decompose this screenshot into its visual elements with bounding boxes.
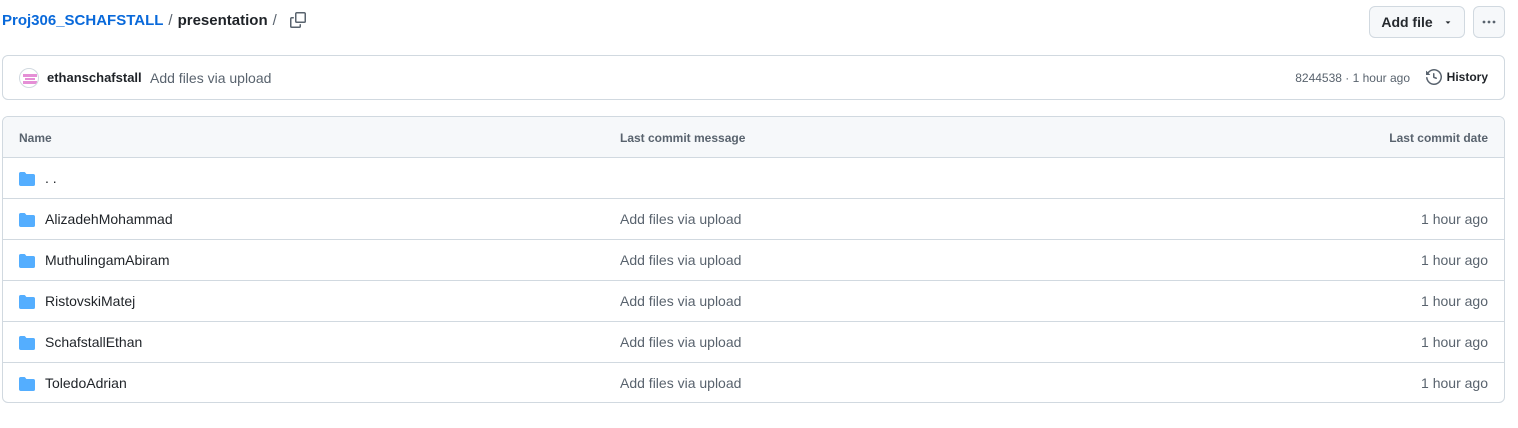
column-header-message: Last commit message bbox=[620, 131, 746, 145]
identicon-icon bbox=[23, 74, 37, 84]
parent-directory-row[interactable]: . . bbox=[3, 158, 1504, 199]
breadcrumb-current-folder: presentation bbox=[177, 12, 268, 29]
parent-directory-link[interactable]: . . bbox=[45, 170, 57, 187]
row-commit-message-link[interactable]: Add files via upload bbox=[620, 334, 741, 351]
breadcrumb-separator: / bbox=[272, 12, 277, 29]
folder-icon bbox=[19, 172, 35, 186]
row-commit-message-link[interactable]: Add files via upload bbox=[620, 211, 741, 228]
commit-meta: 8244538 · 1 hour ago bbox=[1295, 70, 1410, 86]
table-row[interactable]: ToledoAdrian Add files via upload 1 hour… bbox=[3, 363, 1504, 402]
commit-message-link[interactable]: Add files via upload bbox=[150, 70, 271, 86]
copy-path-button[interactable] bbox=[286, 8, 310, 32]
row-commit-date: 1 hour ago bbox=[1421, 252, 1488, 268]
avatar[interactable] bbox=[19, 68, 39, 88]
triangle-down-icon bbox=[1445, 21, 1450, 24]
row-commit-date: 1 hour ago bbox=[1421, 334, 1488, 350]
kebab-horizontal-icon bbox=[1482, 20, 1496, 24]
commit-meta-separator: · bbox=[1341, 71, 1353, 85]
history-icon bbox=[1425, 69, 1442, 85]
add-file-button[interactable]: Add file bbox=[1369, 6, 1465, 38]
folder-icon bbox=[19, 377, 35, 391]
row-commit-message-link[interactable]: Add files via upload bbox=[620, 293, 741, 310]
breadcrumb-repo-link[interactable]: Proj306_SCHAFSTALL bbox=[2, 11, 163, 31]
commit-sha-link[interactable]: 8244538 bbox=[1295, 71, 1342, 85]
copy-icon bbox=[290, 12, 306, 28]
add-file-label: Add file bbox=[1381, 14, 1433, 30]
folder-name-link[interactable]: SchafstallEthan bbox=[45, 334, 142, 351]
table-row[interactable]: SchafstallEthan Add files via upload 1 h… bbox=[3, 322, 1504, 363]
folder-name-link[interactable]: AlizadehMohammad bbox=[45, 211, 173, 228]
table-row[interactable]: RistovskiMatej Add files via upload 1 ho… bbox=[3, 281, 1504, 322]
file-table: Name Last commit message Last commit dat… bbox=[2, 116, 1505, 403]
file-navigation-bar: Proj306_SCHAFSTALL / presentation / Add … bbox=[0, 0, 1518, 44]
folder-name-link[interactable]: RistovskiMatej bbox=[45, 293, 135, 310]
breadcrumb: Proj306_SCHAFSTALL / presentation / bbox=[2, 11, 282, 31]
table-header: Name Last commit message Last commit dat… bbox=[3, 117, 1504, 158]
folder-icon bbox=[19, 254, 35, 268]
row-commit-message-link[interactable]: Add files via upload bbox=[620, 375, 741, 392]
folder-icon bbox=[19, 295, 35, 309]
row-commit-message-link[interactable]: Add files via upload bbox=[620, 252, 741, 269]
commit-author-link[interactable]: ethanschafstall bbox=[47, 70, 142, 86]
more-options-button[interactable] bbox=[1473, 6, 1505, 38]
folder-name-link[interactable]: MuthulingamAbiram bbox=[45, 252, 170, 269]
column-header-name: Name bbox=[19, 131, 52, 145]
table-row[interactable]: AlizadehMohammad Add files via upload 1 … bbox=[3, 199, 1504, 240]
breadcrumb-separator: / bbox=[168, 12, 173, 29]
column-header-date: Last commit date bbox=[1389, 131, 1488, 145]
row-commit-date: 1 hour ago bbox=[1421, 375, 1488, 391]
history-button[interactable]: History bbox=[1425, 68, 1488, 86]
folder-name-link[interactable]: ToledoAdrian bbox=[45, 375, 127, 392]
history-label: History bbox=[1446, 70, 1488, 84]
table-row[interactable]: MuthulingamAbiram Add files via upload 1… bbox=[3, 240, 1504, 281]
commit-time: 1 hour ago bbox=[1352, 71, 1410, 85]
folder-icon bbox=[19, 336, 35, 350]
row-commit-date: 1 hour ago bbox=[1421, 293, 1488, 309]
folder-icon bbox=[19, 213, 35, 227]
row-commit-date: 1 hour ago bbox=[1421, 211, 1488, 227]
latest-commit-bar: ethanschafstall Add files via upload 824… bbox=[2, 55, 1505, 100]
